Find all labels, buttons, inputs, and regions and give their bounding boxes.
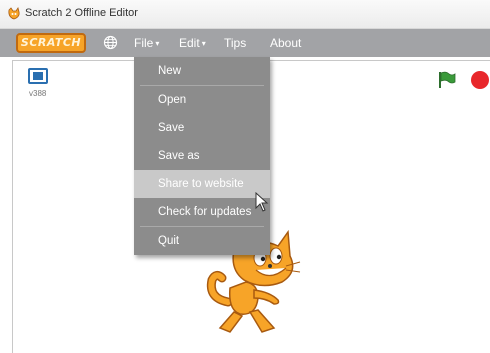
menu-item-save[interactable]: Save [134,114,270,142]
window-title: Scratch 2 Offline Editor [25,7,138,19]
about-menu[interactable]: About [270,36,301,50]
tips-menu[interactable]: Tips [224,36,246,50]
edit-menu-label: Edit [179,36,200,50]
mouse-pointer-icon [255,191,269,217]
file-menu[interactable]: File ▾ [134,36,159,50]
scratch-logo[interactable]: SCRATCH [16,33,86,53]
chevron-down-icon: ▾ [201,39,206,48]
scratch-cat-app-icon [7,7,21,26]
fullscreen-icon[interactable] [28,68,48,84]
green-flag-icon[interactable] [437,71,457,94]
file-dropdown-menu: New Open Save Save as Share to website C… [134,57,270,255]
menu-item-share-to-website[interactable]: Share to website [134,170,270,198]
file-menu-label: File [134,36,154,50]
window-titlebar: Scratch 2 Offline Editor [0,0,490,29]
version-label: v388 [29,89,47,98]
menu-item-new[interactable]: New [134,57,270,85]
globe-icon[interactable] [103,35,118,55]
menu-item-check-for-updates[interactable]: Check for updates [134,198,270,226]
chevron-down-icon: ▾ [155,39,160,48]
menu-item-quit[interactable]: Quit [134,227,270,255]
stop-icon[interactable] [471,71,489,89]
menu-bar: SCRATCH File ▾ Edit ▾ Tips About [0,29,490,57]
menu-item-save-as[interactable]: Save as [134,142,270,170]
menu-item-open[interactable]: Open [134,86,270,114]
edit-menu[interactable]: Edit ▾ [179,36,206,50]
